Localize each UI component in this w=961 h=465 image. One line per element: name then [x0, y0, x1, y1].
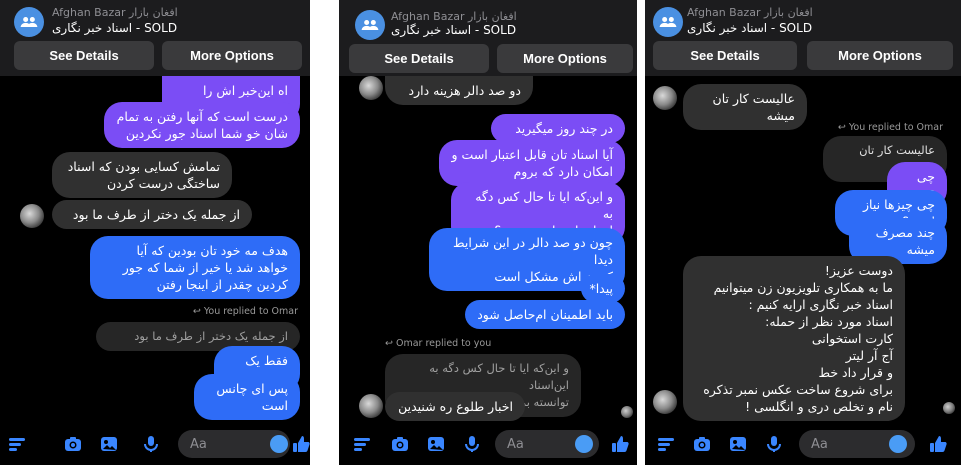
reply-indicator-text: Omar replied to you: [395, 338, 492, 349]
incoming-message: دو صد دالر هزینه دارد: [385, 76, 533, 105]
reply-indicator-text: You replied to Omar: [203, 306, 298, 317]
seen-avatar: [621, 406, 633, 418]
microphone-icon[interactable]: [763, 433, 785, 455]
reply-indicator: ↩ You replied to Omar: [837, 122, 943, 133]
listing-title: اسناد خبر نگاری - SOLD: [391, 23, 517, 37]
chat-header: Afghan Bazar افغان بازار اسناد خبر نگاری…: [645, 0, 961, 76]
contact-avatar[interactable]: [359, 76, 383, 100]
incoming-message: تمامش کسایی بودن که اسناد ساختگی درست کر…: [52, 152, 232, 198]
like-icon[interactable]: [290, 433, 310, 455]
composer-bar: Aa: [645, 423, 961, 465]
menu-icon[interactable]: [351, 433, 373, 455]
more-options-button[interactable]: More Options: [497, 44, 633, 73]
menu-icon[interactable]: [6, 433, 28, 455]
message-input-placeholder: Aa: [507, 436, 524, 452]
contact-avatar[interactable]: [653, 390, 677, 414]
message-list[interactable]: اه این‌خبر اش را شنیدم درست است که آنها …: [0, 76, 310, 423]
outgoing-message: پس ای چانس است: [194, 374, 300, 420]
seen-avatar: [943, 402, 955, 414]
camera-icon[interactable]: [389, 433, 411, 455]
outgoing-message: آیا اسناد تان قابل اعتبار است و امکان دا…: [439, 140, 625, 186]
more-options-button[interactable]: More Options: [807, 41, 953, 70]
see-details-button[interactable]: See Details: [653, 41, 797, 70]
group-name: Afghan Bazar افغان بازار: [391, 10, 517, 23]
group-icon[interactable]: [14, 7, 44, 37]
incoming-message: دوست عزیز! ما به همکاری تلویزیون زن میتو…: [683, 256, 905, 421]
menu-icon[interactable]: [655, 433, 677, 455]
incoming-message: اخبار طلوع ره شنیدین: [385, 392, 525, 421]
chat-screenshot-3: Afghan Bazar افغان بازار اسناد خبر نگاری…: [645, 0, 961, 465]
listing-title: اسناد خبر نگاری - SOLD: [687, 21, 813, 35]
image-icon[interactable]: [727, 433, 749, 455]
contact-avatar[interactable]: [359, 394, 383, 418]
reply-indicator-text: You replied to Omar: [848, 122, 943, 133]
microphone-icon[interactable]: [140, 433, 162, 455]
chat-screenshot-1: Afghan Bazar افغان بازار اسناد خبر نگاری…: [0, 0, 310, 465]
incoming-message: عالیست کار تان میشه: [683, 84, 807, 130]
like-icon[interactable]: [927, 433, 949, 455]
emoji-icon[interactable]: [270, 435, 288, 453]
incoming-message: از جمله یک دختر از طرف ما بود: [52, 200, 252, 229]
group-icon[interactable]: [355, 10, 385, 40]
camera-icon[interactable]: [691, 433, 713, 455]
emoji-icon[interactable]: [889, 435, 907, 453]
chat-header: Afghan Bazar افغان بازار اسناد خبر نگاری…: [0, 0, 310, 76]
image-icon[interactable]: [98, 433, 120, 455]
message-input-placeholder: Aa: [811, 436, 828, 452]
group-icon[interactable]: [653, 7, 683, 37]
chat-screenshot-2: Afghan Bazar افغان بازار اسناد خبر نگاری…: [339, 0, 637, 465]
like-icon[interactable]: [609, 433, 631, 455]
outgoing-message: پیدا*: [581, 274, 625, 303]
message-list[interactable]: دو صد دالر هزینه دارد در چند روز میگیرید…: [339, 76, 637, 423]
outgoing-message: درست است که آنها رفتن به تمام شان خو شما…: [104, 102, 300, 148]
image-icon[interactable]: [425, 433, 447, 455]
composer-bar: Aa: [339, 423, 637, 465]
reply-indicator: ↩ Omar replied to you: [385, 338, 492, 349]
contact-avatar[interactable]: [653, 86, 677, 110]
composer-bar: Aa: [0, 423, 310, 465]
contact-avatar[interactable]: [20, 204, 44, 228]
see-details-button[interactable]: See Details: [349, 44, 489, 73]
outgoing-message: در چند روز میگیرید: [491, 114, 625, 143]
microphone-icon[interactable]: [461, 433, 483, 455]
more-options-button[interactable]: More Options: [162, 41, 302, 70]
group-name: Afghan Bazar افغان بازار: [687, 6, 813, 19]
see-details-button[interactable]: See Details: [14, 41, 154, 70]
group-name: Afghan Bazar افغان بازار: [52, 6, 178, 19]
listing-title: اسناد خبر نگاری - SOLD: [52, 21, 178, 35]
message-input-placeholder: Aa: [190, 436, 207, 452]
message-list[interactable]: عالیست کار تان میشه ↩ You replied to Oma…: [645, 76, 961, 423]
outgoing-message: باید اطمینان ام‌حاصل شود: [465, 300, 625, 329]
emoji-icon[interactable]: [575, 435, 593, 453]
outgoing-message: هدف مه خود تان بودین که آیا خواهد شد یا …: [90, 236, 300, 299]
reply-indicator: ↩ You replied to Omar: [192, 306, 298, 317]
camera-icon[interactable]: [62, 433, 84, 455]
chat-header: Afghan Bazar افغان بازار اسناد خبر نگاری…: [339, 0, 637, 76]
